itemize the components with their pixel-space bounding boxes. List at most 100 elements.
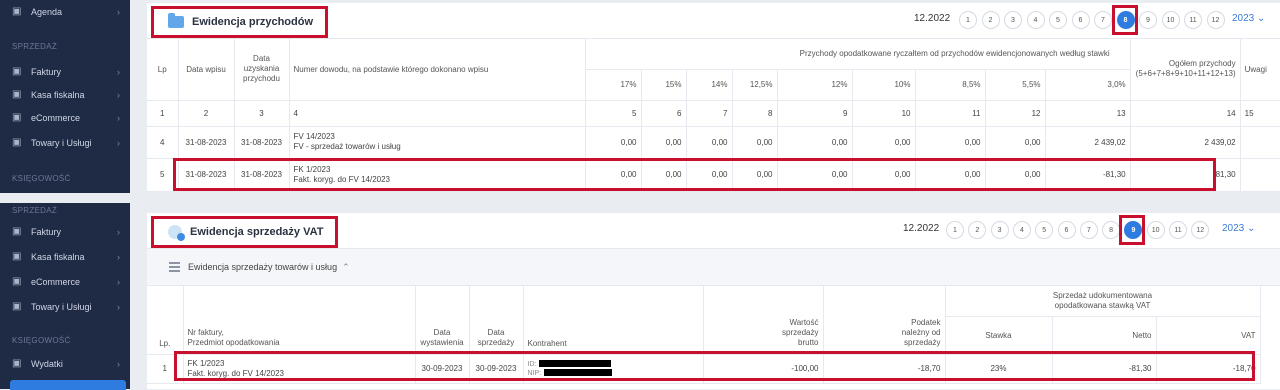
cart-icon: ▣ <box>12 112 22 123</box>
chevron-right-icon: › <box>117 302 120 312</box>
calendar-icon: ▣ <box>12 6 22 17</box>
column-number: 9 <box>777 100 853 127</box>
folder-icon <box>168 13 184 28</box>
month-button[interactable]: 3 <box>990 221 1009 239</box>
month-button[interactable]: 7 <box>1079 221 1098 239</box>
subsection-toggle[interactable]: Ewidencja sprzedaży towarów i usług ⌃ <box>147 249 1280 286</box>
chevron-right-icon: › <box>117 277 120 287</box>
month-button[interactable]: 11 <box>1169 221 1187 239</box>
col-group-ryczalt: Przychody opodatkowane ryczałtem od przy… <box>585 39 1131 70</box>
sidebar-item-label: Agenda <box>31 7 63 17</box>
cell-lp: 4 <box>147 126 179 159</box>
month-button[interactable]: 2 <box>968 221 987 239</box>
month-button[interactable]: 1 <box>959 11 977 29</box>
sidebar-item[interactable]: ▣ Kasa fiskalna › <box>12 87 120 103</box>
sidebar-item-label: Kasa fiskalna <box>31 90 85 100</box>
cart-icon: ▣ <box>12 301 22 312</box>
year-select[interactable]: 2023 ⌄ <box>1232 13 1265 24</box>
sidebar-section-label: KSIĘGOWOŚĆ <box>12 336 71 345</box>
sidebar-item[interactable]: ▣ Wydatki › <box>12 356 120 372</box>
cell-rate-value: 0,00 <box>852 126 916 159</box>
revenue-register-panel: Ewidencja przychodów 12.2022 1 2 3 4 5 6 7 8 9 10… <box>147 3 1280 192</box>
sidebar-top: ▣ Agenda › SPRZEDAŻ ▣ Faktury › ▣ Kasa fiskalna ›… <box>0 0 130 193</box>
cart-icon: ▣ <box>12 276 22 287</box>
col-podatek: Podatek należny od sprzedaży <box>823 286 946 355</box>
month-button[interactable]: 3 <box>1004 11 1022 29</box>
panel-title: Ewidencja przychodów <box>151 6 329 38</box>
year-select[interactable]: 2023 ⌄ <box>1222 223 1255 234</box>
sidebar-item-label: eCommerce <box>31 277 81 287</box>
col-data-uzyskania: Data uzyskania przychodu <box>234 39 290 101</box>
month-button[interactable]: 5 <box>1049 11 1067 29</box>
cell-doc-desc: FV - sprzedaż towarów i usług <box>293 142 401 151</box>
chevron-right-icon: › <box>117 67 120 77</box>
col-data-wpisu: Data wpisu <box>178 39 235 101</box>
panel-title: Ewidencja sprzedaży VAT <box>151 216 339 248</box>
month-button[interactable]: 6 <box>1071 11 1090 29</box>
sidebar-item[interactable]: ▣ eCommerce › <box>12 274 120 290</box>
month-button[interactable]: 11 <box>1184 11 1202 29</box>
col-kontrahent: Kontrahent <box>523 286 704 355</box>
column-number: 11 <box>915 100 986 127</box>
wallet-icon: ▣ <box>12 358 22 369</box>
document-icon: ▣ <box>12 226 22 237</box>
cell-rate-value: 0,00 <box>641 126 687 159</box>
col-lp: Lp. <box>147 286 184 355</box>
cell-rate-value: 0,00 <box>585 126 642 159</box>
sidebar-item[interactable]: ▣ eCommerce › <box>12 110 120 126</box>
column-number: 3 <box>234 100 290 127</box>
sidebar-item[interactable]: ▣ Towary i Usługi › <box>12 299 120 315</box>
cart-icon: ▣ <box>12 137 22 148</box>
period-label: 12.2022 <box>903 223 940 234</box>
sidebar-item[interactable]: ▣ Kasa fiskalna › <box>12 249 120 265</box>
month-button[interactable]: 10 <box>1161 11 1180 29</box>
month-button[interactable]: 6 <box>1057 221 1076 239</box>
panel-title-text: Ewidencja przychodów <box>192 16 314 28</box>
month-button[interactable]: 9 <box>1139 11 1157 29</box>
col-rate: 3,0% <box>1045 69 1131 101</box>
sidebar-item[interactable]: ▣ Faktury › <box>12 224 120 240</box>
sidebar-item-label: Towary i Usługi <box>31 302 92 312</box>
sidebar-item[interactable]: ▣ Towary i Usługi › <box>12 135 120 151</box>
col-group-vat: Sprzedaż udokumentowana opodatkowana sta… <box>945 286 1261 317</box>
panel-header: Ewidencja przychodów 12.2022 1 2 3 4 5 6 7 8 9 10… <box>147 3 1280 39</box>
month-button[interactable]: 1 <box>946 221 964 239</box>
cell-data-uzyskania: 31-08-2023 <box>234 126 290 159</box>
month-button[interactable]: 8 <box>1102 221 1121 239</box>
col-data-sprzedazy: Data sprzedaży <box>469 286 524 355</box>
col-rate: 14% <box>686 69 733 101</box>
vat-cloud-icon <box>168 225 185 241</box>
sidebar-item-label: Kasa fiskalna <box>31 252 85 262</box>
month-button[interactable]: 7 <box>1094 11 1112 29</box>
column-number: 14 <box>1130 100 1241 127</box>
sidebar-item-label: Wydatki <box>31 359 63 369</box>
month-button[interactable]: 5 <box>1035 221 1054 239</box>
month-button[interactable]: 10 <box>1146 221 1165 239</box>
cell-uwagi <box>1240 158 1280 192</box>
month-button[interactable]: 4 <box>1026 11 1045 29</box>
col-nr-faktury: Nr faktury, <box>187 327 224 337</box>
year-value: 2023 <box>1222 223 1245 234</box>
col-wartosc: Wartość sprzedaży brutto <box>703 286 824 355</box>
col-stawka: Stawka <box>945 316 1053 355</box>
month-button[interactable]: 12 <box>1206 11 1225 29</box>
panel-header: Ewidencja sprzedaży VAT 12.2022 12345678… <box>147 213 1280 249</box>
vat-register-panel: Ewidencja sprzedaży VAT 12.2022 12345678… <box>147 213 1280 389</box>
col-netto: Netto <box>1052 316 1157 355</box>
month-button[interactable]: 12 <box>1191 221 1210 239</box>
col-data-wystawienia: Data wystawienia <box>415 286 470 355</box>
sidebar-item-label: eCommerce <box>31 113 81 123</box>
table-row[interactable]: 4 31-08-2023 31-08-2023 FV 14/2023 FV - sprz… <box>147 126 1280 159</box>
month-button[interactable]: 4 <box>1012 221 1031 239</box>
column-number: 13 <box>1045 100 1131 127</box>
month-button[interactable]: 2 <box>981 11 1000 29</box>
sidebar-item[interactable]: ▣ Faktury › <box>12 64 120 80</box>
column-number: 10 <box>852 100 916 127</box>
chevron-right-icon: › <box>117 252 120 262</box>
sidebar-item[interactable]: ▣ Agenda › <box>12 4 120 20</box>
col-ogolem: Ogółem przychody (5+6+7+8+9+10+11+12+13) <box>1130 39 1241 101</box>
list-icon <box>169 262 180 272</box>
col-uwagi: Uwagi <box>1240 39 1280 101</box>
column-number: 12 <box>985 100 1046 127</box>
cell-ogolem: 2 439,02 <box>1130 126 1241 159</box>
